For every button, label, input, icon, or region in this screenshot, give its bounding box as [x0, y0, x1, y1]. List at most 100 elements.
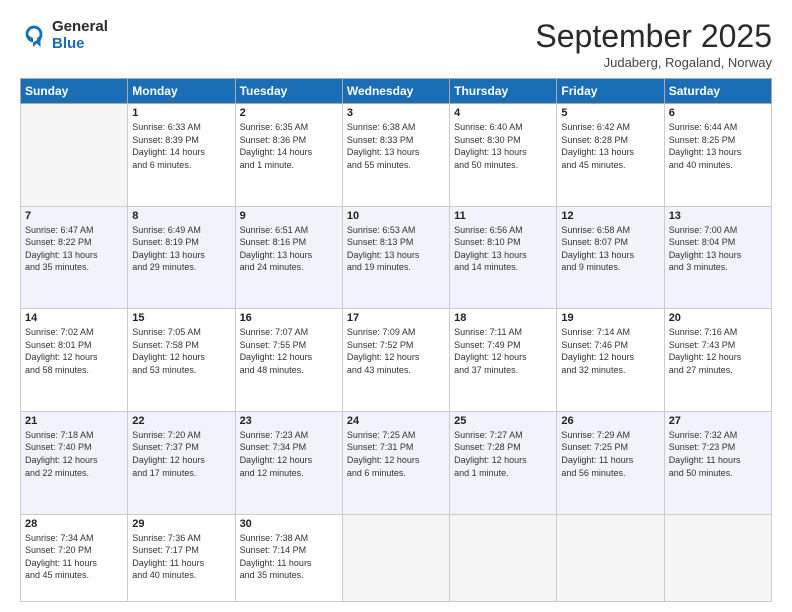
day-info: Sunrise: 7:18 AM Sunset: 7:40 PM Dayligh… — [25, 429, 123, 479]
day-info: Sunrise: 7:27 AM Sunset: 7:28 PM Dayligh… — [454, 429, 552, 479]
day-info: Sunrise: 7:29 AM Sunset: 7:25 PM Dayligh… — [561, 429, 659, 479]
day-number: 23 — [240, 415, 338, 427]
calendar-week-2: 7 Sunrise: 6:47 AM Sunset: 8:22 PM Daylig… — [21, 206, 772, 309]
day-number: 12 — [561, 210, 659, 222]
day-number: 5 — [561, 107, 659, 119]
table-row: 10Sunrise: 6:53 AM Sunset: 8:13 PM Dayli… — [342, 206, 449, 309]
day-number: 24 — [347, 415, 445, 427]
day-number: 9 — [240, 210, 338, 222]
table-row: 8 Sunrise: 6:49 AM Sunset: 8:19 PM Daylig… — [128, 206, 235, 309]
top-section: General Blue September 2025 Judaberg, Ro… — [20, 18, 772, 70]
day-number: 27 — [669, 415, 767, 427]
col-monday: Monday — [128, 79, 235, 104]
day-number: 22 — [132, 415, 230, 427]
day-info: Sunrise: 6:47 AM Sunset: 8:22 PM Dayligh… — [25, 224, 123, 274]
table-row: 23 Sunrise: 7:23 AM Sunset: 7:34 PM Dayli… — [235, 411, 342, 514]
table-row — [342, 514, 449, 602]
day-number: 4 — [454, 107, 552, 119]
month-title: September 2025 — [535, 18, 772, 55]
table-row: 26Sunrise: 7:29 AM Sunset: 7:25 PM Dayli… — [557, 411, 664, 514]
logo-text: General Blue — [52, 18, 108, 52]
day-info: Sunrise: 6:44 AM Sunset: 8:25 PM Dayligh… — [669, 121, 767, 171]
table-row — [450, 514, 557, 602]
col-saturday: Saturday — [664, 79, 771, 104]
day-info: Sunrise: 6:51 AM Sunset: 8:16 PM Dayligh… — [240, 224, 338, 274]
day-number: 28 — [25, 518, 123, 530]
day-number: 16 — [240, 312, 338, 324]
calendar-table: Sunday Monday Tuesday Wednesday Thursday… — [20, 78, 772, 602]
calendar-header-row: Sunday Monday Tuesday Wednesday Thursday… — [21, 79, 772, 104]
day-number: 14 — [25, 312, 123, 324]
location: Judaberg, Rogaland, Norway — [535, 55, 772, 70]
col-friday: Friday — [557, 79, 664, 104]
logo: General Blue — [20, 18, 108, 52]
day-info: Sunrise: 7:32 AM Sunset: 7:23 PM Dayligh… — [669, 429, 767, 479]
table-row: 1 Sunrise: 6:33 AM Sunset: 8:39 PM Daylig… — [128, 104, 235, 207]
day-number: 20 — [669, 312, 767, 324]
table-row: 24 Sunrise: 7:25 AM Sunset: 7:31 PM Dayli… — [342, 411, 449, 514]
table-row: 9 Sunrise: 6:51 AM Sunset: 8:16 PM Daylig… — [235, 206, 342, 309]
col-tuesday: Tuesday — [235, 79, 342, 104]
day-number: 11 — [454, 210, 552, 222]
table-row: 7 Sunrise: 6:47 AM Sunset: 8:22 PM Daylig… — [21, 206, 128, 309]
day-number: 18 — [454, 312, 552, 324]
day-info: Sunrise: 6:35 AM Sunset: 8:36 PM Dayligh… — [240, 121, 338, 171]
day-number: 7 — [25, 210, 123, 222]
day-number: 1 — [132, 107, 230, 119]
table-row: 13Sunrise: 7:00 AM Sunset: 8:04 PM Dayli… — [664, 206, 771, 309]
day-info: Sunrise: 7:02 AM Sunset: 8:01 PM Dayligh… — [25, 326, 123, 376]
table-row: 14 Sunrise: 7:02 AM Sunset: 8:01 PM Dayli… — [21, 309, 128, 412]
day-info: Sunrise: 7:14 AM Sunset: 7:46 PM Dayligh… — [561, 326, 659, 376]
day-number: 8 — [132, 210, 230, 222]
day-number: 25 — [454, 415, 552, 427]
table-row: 22Sunrise: 7:20 AM Sunset: 7:37 PM Dayli… — [128, 411, 235, 514]
day-info: Sunrise: 6:56 AM Sunset: 8:10 PM Dayligh… — [454, 224, 552, 274]
day-info: Sunrise: 7:05 AM Sunset: 7:58 PM Dayligh… — [132, 326, 230, 376]
day-number: 6 — [669, 107, 767, 119]
table-row — [21, 104, 128, 207]
day-number: 17 — [347, 312, 445, 324]
day-number: 2 — [240, 107, 338, 119]
table-row: 3Sunrise: 6:38 AM Sunset: 8:33 PM Daylig… — [342, 104, 449, 207]
table-row: 11 Sunrise: 6:56 AM Sunset: 8:10 PM Dayli… — [450, 206, 557, 309]
table-row — [664, 514, 771, 602]
day-number: 30 — [240, 518, 338, 530]
table-row: 29Sunrise: 7:36 AM Sunset: 7:17 PM Dayli… — [128, 514, 235, 602]
day-info: Sunrise: 6:33 AM Sunset: 8:39 PM Dayligh… — [132, 121, 230, 171]
table-row: 6 Sunrise: 6:44 AM Sunset: 8:25 PM Daylig… — [664, 104, 771, 207]
col-wednesday: Wednesday — [342, 79, 449, 104]
table-row: 12 Sunrise: 6:58 AM Sunset: 8:07 PM Dayli… — [557, 206, 664, 309]
day-info: Sunrise: 6:40 AM Sunset: 8:30 PM Dayligh… — [454, 121, 552, 171]
table-row: 21 Sunrise: 7:18 AM Sunset: 7:40 PM Dayli… — [21, 411, 128, 514]
day-info: Sunrise: 7:09 AM Sunset: 7:52 PM Dayligh… — [347, 326, 445, 376]
page: General Blue September 2025 Judaberg, Ro… — [0, 0, 792, 612]
table-row: 4 Sunrise: 6:40 AM Sunset: 8:30 PM Daylig… — [450, 104, 557, 207]
day-info: Sunrise: 7:25 AM Sunset: 7:31 PM Dayligh… — [347, 429, 445, 479]
day-info: Sunrise: 6:49 AM Sunset: 8:19 PM Dayligh… — [132, 224, 230, 274]
table-row: 15 Sunrise: 7:05 AM Sunset: 7:58 PM Dayli… — [128, 309, 235, 412]
day-info: Sunrise: 7:07 AM Sunset: 7:55 PM Dayligh… — [240, 326, 338, 376]
day-info: Sunrise: 7:23 AM Sunset: 7:34 PM Dayligh… — [240, 429, 338, 479]
day-number: 10 — [347, 210, 445, 222]
header-right: September 2025 Judaberg, Rogaland, Norwa… — [535, 18, 772, 70]
table-row: 27 Sunrise: 7:32 AM Sunset: 7:23 PM Dayli… — [664, 411, 771, 514]
day-number: 15 — [132, 312, 230, 324]
table-row: 25 Sunrise: 7:27 AM Sunset: 7:28 PM Dayli… — [450, 411, 557, 514]
day-info: Sunrise: 7:38 AM Sunset: 7:14 PM Dayligh… — [240, 532, 338, 582]
day-number: 19 — [561, 312, 659, 324]
day-number: 29 — [132, 518, 230, 530]
day-info: Sunrise: 7:34 AM Sunset: 7:20 PM Dayligh… — [25, 532, 123, 582]
day-number: 13 — [669, 210, 767, 222]
table-row: 17 Sunrise: 7:09 AM Sunset: 7:52 PM Dayli… — [342, 309, 449, 412]
col-thursday: Thursday — [450, 79, 557, 104]
table-row: 16 Sunrise: 7:07 AM Sunset: 7:55 PM Dayli… — [235, 309, 342, 412]
day-info: Sunrise: 6:58 AM Sunset: 8:07 PM Dayligh… — [561, 224, 659, 274]
table-row: 20 Sunrise: 7:16 AM Sunset: 7:43 PM Dayli… — [664, 309, 771, 412]
day-info: Sunrise: 7:16 AM Sunset: 7:43 PM Dayligh… — [669, 326, 767, 376]
table-row: 18Sunrise: 7:11 AM Sunset: 7:49 PM Dayli… — [450, 309, 557, 412]
table-row: 2 Sunrise: 6:35 AM Sunset: 8:36 PM Daylig… — [235, 104, 342, 207]
calendar-week-3: 14 Sunrise: 7:02 AM Sunset: 8:01 PM Dayli… — [21, 309, 772, 412]
table-row — [557, 514, 664, 602]
calendar-week-4: 21 Sunrise: 7:18 AM Sunset: 7:40 PM Dayli… — [21, 411, 772, 514]
day-number: 21 — [25, 415, 123, 427]
